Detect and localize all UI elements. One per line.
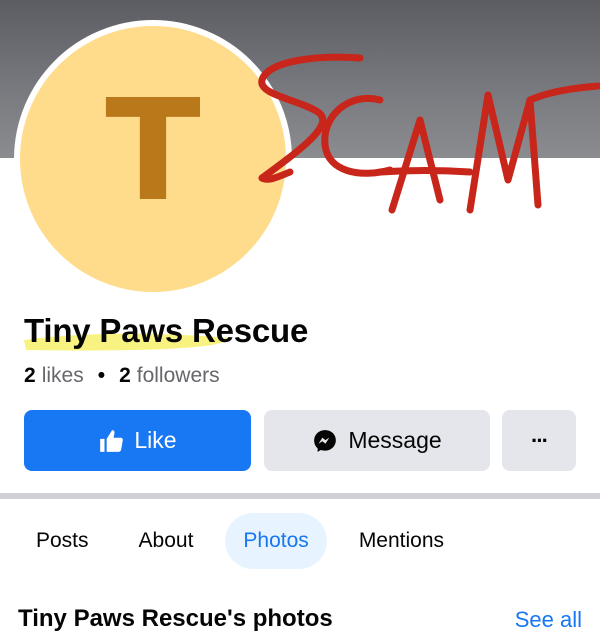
messenger-icon bbox=[312, 428, 338, 454]
tab-photos[interactable]: Photos bbox=[225, 513, 327, 569]
avatar-letter: T bbox=[105, 70, 201, 233]
tab-about[interactable]: About bbox=[121, 513, 212, 569]
page-stats: 2 likes • 2 followers bbox=[24, 364, 220, 388]
followers-label[interactable]: followers bbox=[137, 364, 220, 388]
see-all-link[interactable]: See all bbox=[515, 607, 582, 633]
facebook-page-profile: T Tiny Paws Rescue 2 likes • 2 followers bbox=[0, 0, 600, 633]
tab-mentions[interactable]: Mentions bbox=[341, 513, 462, 569]
likes-count: 2 bbox=[24, 364, 36, 387]
like-label: Like bbox=[134, 427, 177, 453]
message-button[interactable]: Message bbox=[264, 410, 490, 471]
thumbs-up-icon bbox=[98, 428, 124, 454]
more-options-button[interactable]: ··· bbox=[502, 410, 576, 471]
stats-separator: • bbox=[97, 364, 106, 387]
message-label: Message bbox=[348, 427, 442, 453]
like-button[interactable]: Like bbox=[24, 410, 251, 471]
followers-count: 2 bbox=[119, 364, 131, 387]
page-title: Tiny Paws Rescue bbox=[24, 312, 309, 349]
section-divider bbox=[0, 493, 600, 499]
page-tabs: Posts About Photos Mentions bbox=[18, 513, 462, 569]
more-icon: ··· bbox=[531, 427, 549, 453]
profile-avatar[interactable]: T bbox=[14, 20, 292, 298]
avatar-circle: T bbox=[20, 26, 286, 292]
tab-posts[interactable]: Posts bbox=[18, 513, 107, 569]
photos-section-title: Tiny Paws Rescue's photos bbox=[18, 605, 333, 632]
likes-label[interactable]: likes bbox=[42, 364, 84, 388]
